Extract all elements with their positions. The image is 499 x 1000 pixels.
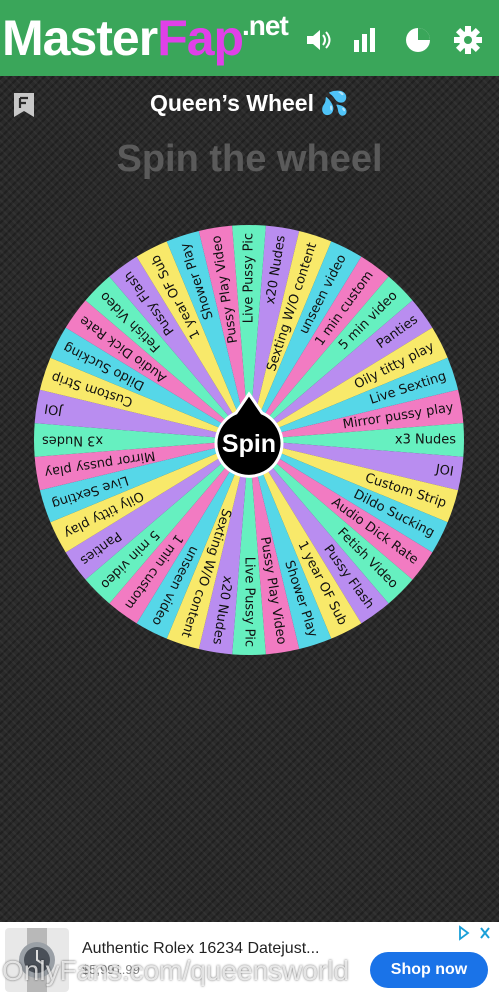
logo-fap: Fap	[157, 10, 244, 66]
page-title: Queen’s Wheel 💦	[149, 90, 350, 116]
stats-icon[interactable]	[350, 24, 382, 56]
spin-label: Spin	[222, 430, 276, 458]
wheel-slice-label: JOI	[434, 462, 455, 480]
wheel-slice-label: x3 Nudes	[395, 433, 456, 448]
top-bar: MasterFap .net	[0, 0, 499, 76]
pie-icon[interactable]	[402, 24, 434, 56]
site-logo[interactable]: MasterFap .net	[2, 8, 289, 68]
logo-master: Master	[2, 10, 158, 66]
wheel-slice-label: JOI	[43, 400, 64, 418]
gear-icon[interactable]	[452, 24, 484, 56]
wheel-slice-label: Live Pussy Pic	[242, 557, 257, 647]
wheel-slice-label: x3 Nudes	[42, 433, 103, 448]
watermark-text: OnlyFans.com/queensworld	[2, 955, 350, 986]
adchoices-icon[interactable]	[457, 924, 493, 942]
ad-shop-now-button[interactable]: Shop now	[370, 952, 488, 988]
logo-net: .net	[242, 10, 289, 41]
page-subtitle: Spin the wheel	[116, 138, 383, 180]
sound-icon[interactable]	[302, 24, 334, 56]
prize-wheel[interactable]: x20 NudesSexting W/O contentunseen video…	[0, 194, 499, 694]
wheel-slice-label: Live Pussy Pic	[242, 233, 257, 323]
